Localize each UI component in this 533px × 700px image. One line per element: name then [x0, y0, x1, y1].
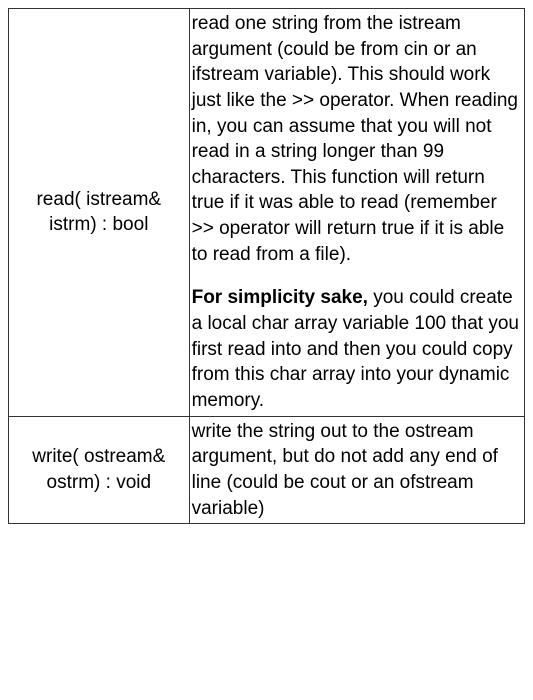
- description-paragraph: write the string out to the ostream argu…: [192, 419, 520, 522]
- description-paragraph: For simplicity sake, you could create a …: [192, 285, 520, 413]
- function-signature: write( ostream& ostrm) : void: [32, 446, 165, 493]
- bold-text: For simplicity sake,: [192, 287, 368, 308]
- description-paragraph: read one string from the istream argumen…: [192, 11, 520, 267]
- description-cell: write the string out to the ostream argu…: [189, 416, 524, 524]
- table-row: write( ostream& ostrm) : void write the …: [9, 416, 525, 524]
- table-row: read( istream& istrm) : bool read one st…: [9, 9, 525, 417]
- function-signature: read( istream& istrm) : bool: [36, 189, 161, 236]
- function-table: read( istream& istrm) : bool read one st…: [8, 8, 525, 524]
- description-cell: read one string from the istream argumen…: [189, 9, 524, 417]
- signature-cell: read( istream& istrm) : bool: [9, 9, 190, 417]
- signature-cell: write( ostream& ostrm) : void: [9, 416, 190, 524]
